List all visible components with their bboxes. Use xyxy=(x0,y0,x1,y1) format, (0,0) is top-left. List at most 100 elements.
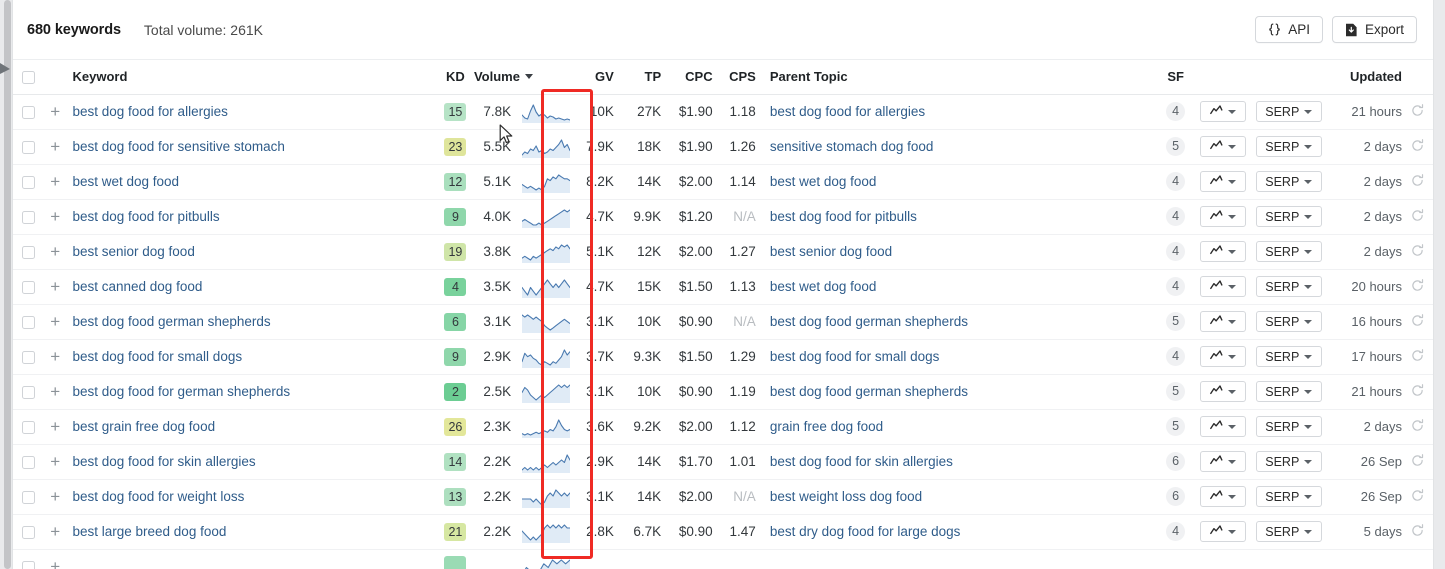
plus-icon[interactable]: + xyxy=(50,172,60,191)
volume-sparkline-cell[interactable] xyxy=(517,444,575,480)
parent-topic-link[interactable]: best dog food german shepherds xyxy=(770,314,968,329)
plus-icon[interactable]: + xyxy=(50,382,60,401)
refresh-icon[interactable] xyxy=(1411,208,1424,222)
plus-icon[interactable]: + xyxy=(50,557,60,569)
header-cps[interactable]: CPS xyxy=(712,60,756,95)
parent-topic-link[interactable]: best dog food for small dogs xyxy=(770,349,940,364)
parent-topic-link[interactable]: best wet dog food xyxy=(770,174,877,189)
table-row[interactable]: + best dog food for small dogs 9 2.9K 3.7K 9.… xyxy=(13,339,1433,375)
trend-chart-dropdown[interactable] xyxy=(1199,486,1246,507)
row-checkbox[interactable] xyxy=(21,351,35,365)
volume-sparkline-cell[interactable] xyxy=(517,199,575,235)
row-checkbox[interactable] xyxy=(21,106,35,120)
refresh-icon[interactable] xyxy=(1411,173,1424,187)
volume-sparkline-cell[interactable] xyxy=(517,409,575,445)
trend-chart-dropdown[interactable] xyxy=(1199,381,1246,402)
row-checkbox[interactable] xyxy=(21,281,35,295)
volume-sparkline-cell[interactable] xyxy=(517,304,575,340)
plus-icon[interactable]: + xyxy=(50,347,60,366)
volume-sort-control[interactable]: Volume xyxy=(474,69,533,84)
trend-chart-dropdown[interactable] xyxy=(1199,101,1246,122)
plus-icon[interactable]: + xyxy=(50,242,60,261)
plus-icon[interactable]: + xyxy=(50,452,60,471)
row-checkbox[interactable] xyxy=(21,176,35,190)
parent-topic-link[interactable]: best dog food german shepherds xyxy=(770,384,968,399)
row-checkbox[interactable] xyxy=(21,561,35,569)
table-row[interactable]: + best wet dog food 12 5.1K 8.2K 14K $2.00 1.14… xyxy=(13,164,1433,200)
header-cpc[interactable]: CPC xyxy=(661,60,713,95)
trend-chart-dropdown[interactable] xyxy=(1199,136,1246,157)
trend-chart-dropdown[interactable] xyxy=(1199,416,1246,437)
serp-dropdown[interactable]: SERP xyxy=(1255,346,1322,367)
select-all-checkbox[interactable] xyxy=(21,71,35,85)
keyword-link[interactable]: best senior dog food xyxy=(72,244,194,259)
refresh-icon[interactable] xyxy=(1411,313,1424,327)
row-checkbox[interactable] xyxy=(21,211,35,225)
serp-dropdown[interactable]: SERP xyxy=(1255,136,1322,157)
parent-topic-link[interactable]: best weight loss dog food xyxy=(770,489,922,504)
row-checkbox[interactable] xyxy=(21,246,35,260)
parent-topic-link[interactable]: best dog food for pitbulls xyxy=(770,209,917,224)
volume-sparkline-cell[interactable] xyxy=(517,164,575,200)
plus-icon[interactable]: + xyxy=(50,102,60,121)
trend-chart-dropdown[interactable] xyxy=(1199,451,1246,472)
header-sf[interactable]: SF xyxy=(1157,60,1195,95)
volume-sparkline-cell[interactable] xyxy=(517,549,575,569)
scrollbar-thumb[interactable] xyxy=(4,0,11,569)
table-row[interactable]: + best dog food for allergies 15 7.8K 10K 27K… xyxy=(13,94,1433,130)
refresh-icon[interactable] xyxy=(1411,418,1424,432)
refresh-icon[interactable] xyxy=(1411,348,1424,362)
parent-topic-link[interactable]: best dry dog food for large dogs xyxy=(770,524,961,539)
export-button[interactable]: Export xyxy=(1331,16,1417,43)
row-checkbox[interactable] xyxy=(21,491,35,505)
keyword-link[interactable]: best dog food for allergies xyxy=(72,104,227,119)
trend-chart-dropdown[interactable] xyxy=(1199,276,1246,297)
row-checkbox[interactable] xyxy=(21,421,35,435)
serp-dropdown[interactable]: SERP xyxy=(1255,206,1322,227)
refresh-icon[interactable] xyxy=(1411,243,1424,257)
volume-sparkline-cell[interactable] xyxy=(517,339,575,375)
keyword-link[interactable]: best dog food for pitbulls xyxy=(72,209,219,224)
header-tp[interactable]: TP xyxy=(613,60,662,95)
parent-topic-link[interactable]: grain free dog food xyxy=(770,419,883,434)
table-row[interactable]: + best grain free dog food 26 2.3K 3.6K 9.2K $… xyxy=(13,409,1433,445)
trend-chart-dropdown[interactable] xyxy=(1199,521,1246,542)
trend-chart-dropdown[interactable] xyxy=(1199,206,1246,227)
table-row[interactable]: + best dog food for pitbulls 9 4.0K 4.7K 9.9K… xyxy=(13,199,1433,235)
refresh-icon[interactable] xyxy=(1411,383,1424,397)
trend-chart-dropdown[interactable] xyxy=(1199,241,1246,262)
parent-topic-link[interactable]: best wet dog food xyxy=(770,279,877,294)
refresh-icon[interactable] xyxy=(1411,488,1424,502)
trend-chart-dropdown[interactable] xyxy=(1199,346,1246,367)
row-checkbox[interactable] xyxy=(21,141,35,155)
volume-sparkline-cell[interactable] xyxy=(517,269,575,305)
keyword-link[interactable]: best canned dog food xyxy=(72,279,202,294)
plus-icon[interactable]: + xyxy=(50,312,60,331)
table-row[interactable]: + best dog food for weight loss 13 2.2K 3.1K… xyxy=(13,479,1433,515)
serp-dropdown[interactable]: SERP xyxy=(1255,101,1322,122)
trend-chart-dropdown[interactable] xyxy=(1199,171,1246,192)
plus-icon[interactable]: + xyxy=(50,207,60,226)
serp-dropdown[interactable]: SERP xyxy=(1255,276,1322,297)
refresh-icon[interactable] xyxy=(1411,523,1424,537)
plus-icon[interactable]: + xyxy=(50,137,60,156)
keyword-link[interactable]: best grain free dog food xyxy=(72,419,215,434)
header-kd[interactable]: KD xyxy=(436,60,474,95)
header-volume[interactable]: Volume xyxy=(473,60,533,95)
serp-dropdown[interactable]: SERP xyxy=(1255,241,1322,262)
keyword-link[interactable]: best wet dog food xyxy=(72,174,179,189)
table-row[interactable]: + best dog food for skin allergies 14 2.2K 2… xyxy=(13,444,1433,480)
row-checkbox[interactable] xyxy=(21,526,35,540)
serp-dropdown[interactable]: SERP xyxy=(1255,171,1322,192)
collapse-arrow-icon[interactable] xyxy=(0,62,12,76)
refresh-icon[interactable] xyxy=(1411,278,1424,292)
serp-dropdown[interactable]: SERP xyxy=(1255,381,1322,402)
keyword-link[interactable]: best dog food for weight loss xyxy=(72,489,244,504)
refresh-icon[interactable] xyxy=(1411,453,1424,467)
refresh-icon[interactable] xyxy=(1411,103,1424,117)
serp-dropdown[interactable]: SERP xyxy=(1255,311,1322,332)
serp-dropdown[interactable]: SERP xyxy=(1255,451,1322,472)
volume-sparkline-cell[interactable] xyxy=(517,374,575,410)
parent-topic-link[interactable]: best dog food for allergies xyxy=(770,104,925,119)
plus-icon[interactable]: + xyxy=(50,522,60,541)
